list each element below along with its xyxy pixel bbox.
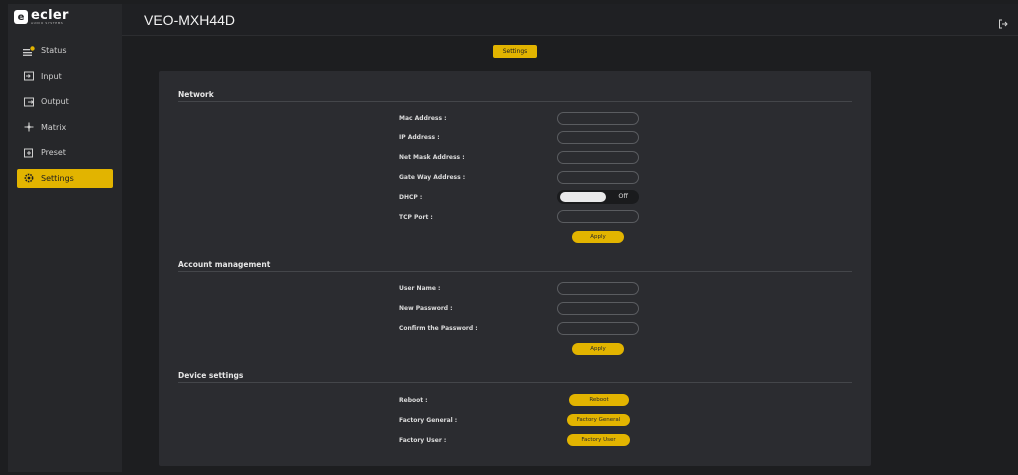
output-icon	[23, 97, 35, 107]
logout-icon[interactable]	[998, 14, 1008, 29]
factory-user-button[interactable]: Factory User	[567, 434, 630, 446]
sidebar-item-output[interactable]: Output	[17, 92, 113, 111]
dhcp-toggle-knob	[560, 192, 606, 202]
factory-general-button[interactable]: Factory General	[567, 414, 630, 426]
input-icon	[23, 71, 35, 81]
device-divider	[178, 382, 852, 383]
gateway-label: Gate Way Address :	[399, 174, 466, 181]
sidebar-nav: Status Input Output Matrix Preset Settin…	[8, 41, 122, 194]
confirm-password-label: Confirm the Password :	[399, 325, 478, 332]
matrix-icon	[23, 122, 35, 132]
tcp-port-label: TCP Port :	[399, 214, 433, 221]
account-divider	[178, 271, 852, 272]
ip-address-field[interactable]	[557, 131, 639, 144]
sidebar-item-settings[interactable]: Settings	[17, 168, 113, 188]
logo-subtitle: AUDIO SYSTEMS	[31, 21, 64, 25]
preset-icon	[23, 148, 35, 158]
sidebar-item-label: Output	[41, 97, 69, 106]
sidebar: e ecler AUDIO SYSTEMS Status Input Outpu…	[8, 4, 122, 472]
logo-mark: e	[14, 10, 28, 24]
confirm-password-field[interactable]	[557, 322, 639, 335]
factory-general-label: Factory General :	[399, 417, 458, 424]
settings-gear-icon	[23, 173, 35, 183]
dhcp-toggle[interactable]: Off	[557, 190, 639, 204]
top-header: VEO-MXH44D	[122, 4, 1018, 36]
ecler-logo: e ecler AUDIO SYSTEMS	[14, 8, 69, 26]
sidebar-item-label: Matrix	[41, 122, 67, 132]
mac-address-label: Mac Address :	[399, 115, 447, 122]
new-password-label: New Password :	[399, 305, 453, 312]
net-mask-label: Net Mask Address :	[399, 154, 465, 161]
network-divider	[178, 101, 852, 102]
account-apply-button[interactable]: Apply	[572, 343, 624, 355]
sidebar-item-preset[interactable]: Preset	[17, 143, 113, 162]
user-name-label: User Name :	[399, 285, 441, 292]
sidebar-item-status[interactable]: Status	[17, 41, 113, 60]
sidebar-item-input[interactable]: Input	[17, 67, 113, 86]
new-password-field[interactable]	[557, 302, 639, 315]
user-name-field[interactable]	[557, 282, 639, 295]
sidebar-item-label: Preset	[41, 148, 66, 157]
network-section-title: Network	[178, 90, 214, 99]
reboot-label: Reboot :	[399, 397, 428, 404]
sidebar-item-matrix[interactable]: Matrix	[17, 118, 113, 137]
network-apply-button[interactable]: Apply	[572, 231, 624, 243]
status-icon	[23, 45, 35, 56]
account-section-title: Account management	[178, 260, 271, 269]
settings-panel: Network Mac Address : IP Address : Net M…	[159, 71, 871, 466]
dhcp-label: DHCP :	[399, 194, 423, 201]
device-name-title: VEO-MXH44D	[144, 12, 236, 28]
dhcp-state-text: Off	[618, 192, 628, 200]
sidebar-item-label: Settings	[41, 173, 74, 183]
net-mask-field[interactable]	[557, 151, 639, 164]
sidebar-item-label: Status	[41, 46, 67, 55]
device-section-title: Device settings	[178, 371, 244, 380]
ip-address-label: IP Address :	[399, 134, 440, 141]
factory-user-label: Factory User :	[399, 437, 447, 444]
sidebar-item-label: Input	[41, 71, 62, 81]
reboot-button[interactable]: Reboot	[569, 394, 629, 406]
tab-settings[interactable]: Settings	[493, 45, 537, 58]
mac-address-field[interactable]	[557, 112, 639, 125]
tcp-port-field[interactable]	[557, 210, 639, 223]
gateway-field[interactable]	[557, 171, 639, 184]
